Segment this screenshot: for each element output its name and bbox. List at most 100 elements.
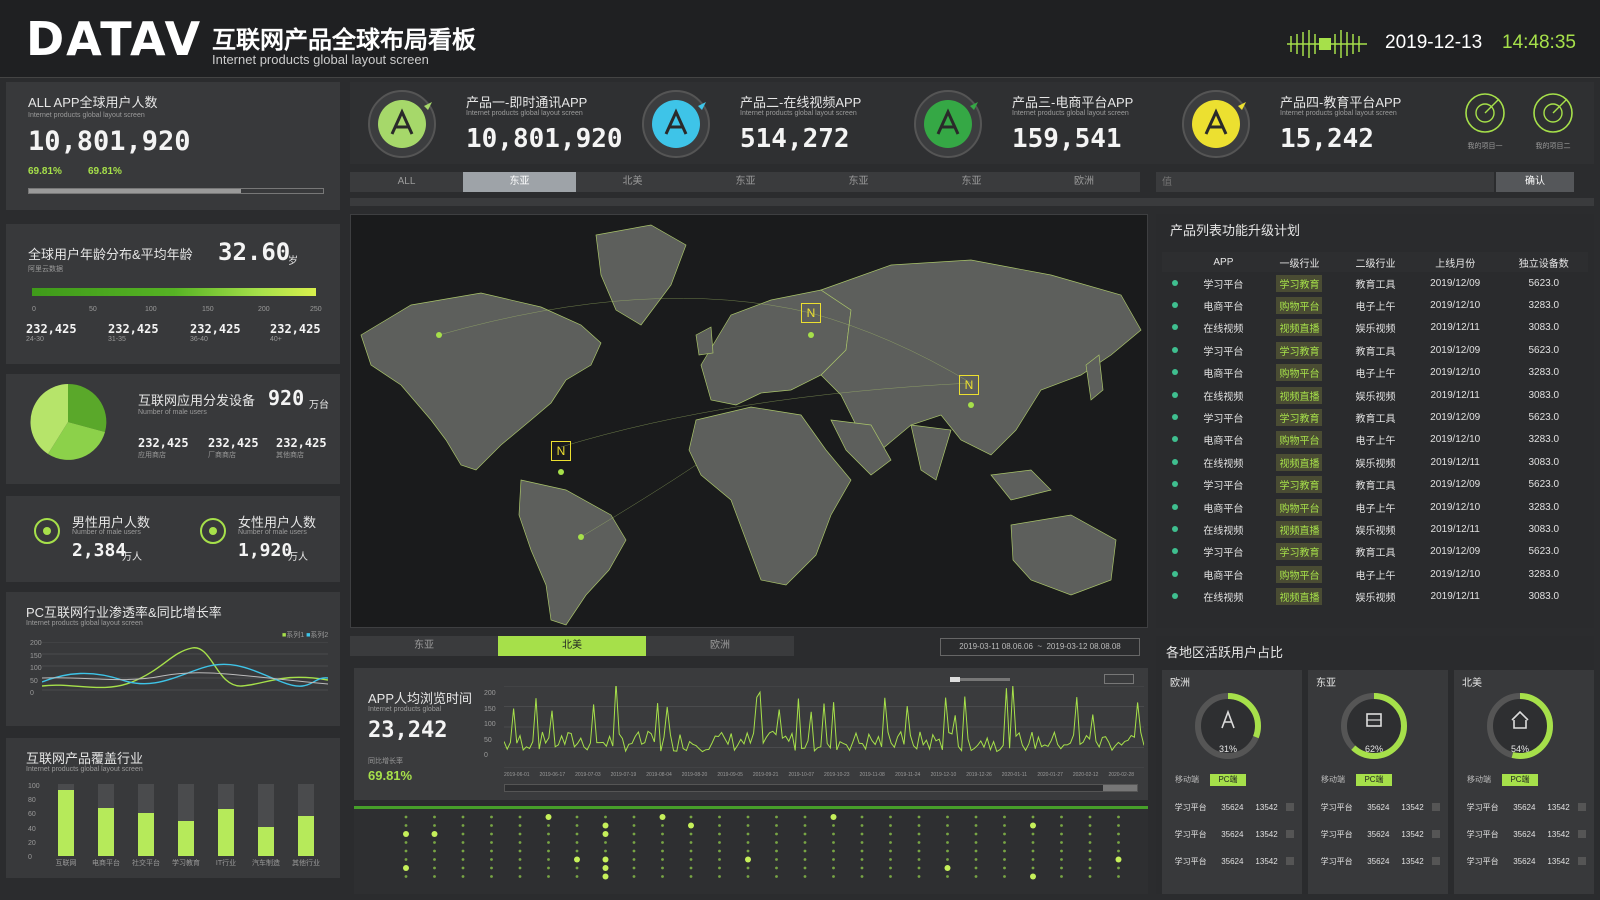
world-map-panel: N N N	[350, 214, 1148, 628]
browse-xtick: 2019-08-04	[646, 772, 672, 778]
toggle-mobile[interactable]: 移动端	[1316, 774, 1350, 786]
row-dot-icon	[1172, 503, 1178, 510]
product-subtitle: Internet products global layout screen	[1012, 110, 1129, 117]
divider	[350, 198, 1594, 206]
map-tabs: 东亚 北美 欧洲	[350, 636, 794, 656]
map-tab-north-america[interactable]: 北美	[498, 636, 646, 656]
table-row[interactable]: 电商平台 购物平台 电子上午 2019/12/10 3283.0	[1162, 294, 1588, 316]
app-store-icon	[368, 90, 436, 158]
coverage-label: 汽车制造	[252, 860, 280, 867]
table-row[interactable]: 学习平台 学习教育 教育工具 2019/12/09 5623.0	[1162, 474, 1588, 496]
male-subtitle: Number of male users	[72, 529, 141, 536]
browse-xtick: 2019-07-19	[610, 772, 637, 778]
browse-xtick: 2020-02-28	[1108, 772, 1135, 778]
tab-all[interactable]: ALL	[350, 172, 463, 192]
female-value: 1,920	[238, 540, 293, 561]
search-input[interactable]	[1156, 172, 1494, 192]
browse-yoy-label: 同比增长率	[368, 758, 403, 765]
header: DATAV 互联网产品全球布局看板 Internet products glob…	[0, 0, 1600, 78]
tab-east-asia-3[interactable]: 东亚	[802, 172, 915, 192]
map-tab-east-asia[interactable]: 东亚	[350, 636, 498, 656]
region-table: 学习平台 35624 13542 学习平台 35624 13542 学习平台 35624 1…	[1166, 794, 1296, 875]
age-title: 全球用户年龄分布&平均年龄	[28, 247, 193, 262]
table-row[interactable]: 电商平台 购物平台 电子上午 2019/12/10 3283.0	[1162, 563, 1588, 585]
row-dot-icon	[1172, 436, 1178, 443]
map-marker[interactable]: N	[801, 303, 821, 323]
age-subtitle: 阿里云数据	[28, 266, 63, 273]
coverage-bar	[58, 789, 74, 856]
all-users-progress	[28, 188, 324, 194]
toggle-mobile[interactable]: 移动端	[1462, 774, 1496, 786]
product-title: 产品二-在线视频APP	[740, 95, 862, 110]
plan-header: 上线月份	[1410, 252, 1500, 272]
region-name: 欧洲	[1170, 678, 1190, 689]
coverage-title: 互联网产品覆盖行业	[26, 751, 144, 766]
tab-europe[interactable]: 欧洲	[1028, 172, 1140, 192]
side-button-1[interactable]: 我的项目一	[1455, 90, 1515, 160]
tab-east-asia-2[interactable]: 东亚	[689, 172, 802, 192]
browse-series	[504, 686, 1144, 753]
female-subtitle: Number of male users	[238, 529, 307, 536]
product-card[interactable]: 产品三-电商平台APP Internet products global lay…	[912, 86, 1182, 162]
browse-value: 23,242	[368, 718, 448, 743]
devices-panel: 互联网应用分发设备 Number of male users 920 万台 23…	[6, 374, 340, 484]
table-row[interactable]: 学习平台 学习教育 教育工具 2019/12/09 5623.0	[1162, 339, 1588, 361]
toggle-pc[interactable]: PC端	[1210, 774, 1246, 786]
table-row[interactable]: 在线视频 视频直播 娱乐视频 2019/12/11 3083.0	[1162, 585, 1588, 607]
table-row[interactable]: 学习平台 学习教育 教育工具 2019/12/09 5623.0	[1162, 406, 1588, 428]
region-gauge	[1341, 693, 1407, 759]
map-marker[interactable]: N	[959, 375, 979, 395]
pc-panel: PC互联网行业渗透率&同比增长率 Internet products globa…	[6, 592, 340, 726]
confirm-button[interactable]: 确认	[1496, 172, 1574, 192]
map-marker[interactable]: N	[551, 441, 571, 461]
toggle-pc[interactable]: PC端	[1356, 774, 1392, 786]
date-range-picker[interactable]: 2019-03-11 08.06.06 ~ 2019-03-12 08.08.0…	[940, 638, 1140, 656]
age-bar	[32, 288, 316, 296]
world-map	[360, 224, 1142, 626]
table-row[interactable]: 在线视频 视频直播 娱乐视频 2019/12/11 3083.0	[1162, 317, 1588, 339]
browse-scrollbar[interactable]	[504, 784, 1138, 792]
table-row: 学习平台 35624 13542	[1312, 848, 1442, 875]
toggle-mobile[interactable]: 移动端	[1170, 774, 1204, 786]
browse-xtick: 2019-10-23	[824, 772, 850, 778]
row-dot-icon	[1172, 369, 1178, 376]
row-dot-icon	[1172, 414, 1178, 421]
table-row[interactable]: 电商平台 购物平台 电子上午 2019/12/10 3283.0	[1162, 429, 1588, 451]
product-card[interactable]: 产品二-在线视频APP Internet products global lay…	[640, 86, 910, 162]
coverage-bar	[98, 807, 114, 856]
devices-item: 232,425 其他商店	[276, 436, 327, 459]
plan-table: APP 一级行业 二级行业 上线月份 独立设备数 学习平台 学习教育 教育工具 …	[1162, 252, 1588, 608]
browse-zoom-slider[interactable]	[950, 677, 1010, 682]
coverage-label: 社交平台	[132, 860, 160, 867]
table-row[interactable]: 学习平台 学习教育 教育工具 2019/12/09 5623.0	[1162, 541, 1588, 563]
table-row[interactable]: 学习平台 学习教育 教育工具 2019/12/09 5623.0	[1162, 272, 1588, 294]
table-row: 学习平台 35624 13542	[1458, 821, 1588, 848]
browse-yoy: 69.81%	[368, 768, 413, 783]
side-button-2[interactable]: 我的项目二	[1523, 90, 1583, 160]
plan-header: 一级行业	[1258, 252, 1341, 272]
browse-xtick: 2019-06-17	[539, 772, 566, 778]
age-average: 32.60	[218, 238, 291, 266]
browse-line-chart	[504, 686, 1144, 768]
product-title: 产品四-教育平台APP	[1280, 95, 1402, 110]
pc-subtitle: Internet products global layout screen	[26, 620, 143, 627]
female-icon	[200, 518, 226, 544]
tab-east-asia[interactable]: 东亚	[463, 172, 576, 192]
table-row[interactable]: 在线视频 视频直播 娱乐视频 2019/12/11 3083.0	[1162, 384, 1588, 406]
browse-zoom-box[interactable]	[1104, 674, 1134, 684]
region-card: 北美 54% 移动端 PC端 学习平台 35624 13542 学习平台 35624 1…	[1454, 670, 1594, 894]
region-gauge	[1195, 693, 1261, 759]
table-row[interactable]: 电商平台 购物平台 电子上午 2019/12/10 3283.0	[1162, 496, 1588, 518]
toggle-pc[interactable]: PC端	[1502, 774, 1538, 786]
table-row[interactable]: 在线视频 视频直播 娱乐视频 2019/12/11 3083.0	[1162, 451, 1588, 473]
table-row[interactable]: 在线视频 视频直播 娱乐视频 2019/12/11 3083.0	[1162, 518, 1588, 540]
product-card[interactable]: 产品四-教育平台APP Internet products global lay…	[1180, 86, 1450, 162]
tab-north-america[interactable]: 北美	[576, 172, 689, 192]
devices-unit: 万台	[309, 400, 329, 411]
table-row[interactable]: 电商平台 购物平台 电子上午 2019/12/10 3283.0	[1162, 362, 1588, 384]
product-card[interactable]: 产品一-即时通讯APP Internet products global lay…	[366, 86, 636, 162]
plan-panel: 产品列表功能升级计划 APP 一级行业 二级行业 上线月份 独立设备数 学习平台…	[1156, 214, 1594, 628]
map-tab-europe[interactable]: 欧洲	[646, 636, 794, 656]
browse-xtick: 2019-09-05	[717, 772, 743, 778]
tab-east-asia-4[interactable]: 东亚	[915, 172, 1028, 192]
